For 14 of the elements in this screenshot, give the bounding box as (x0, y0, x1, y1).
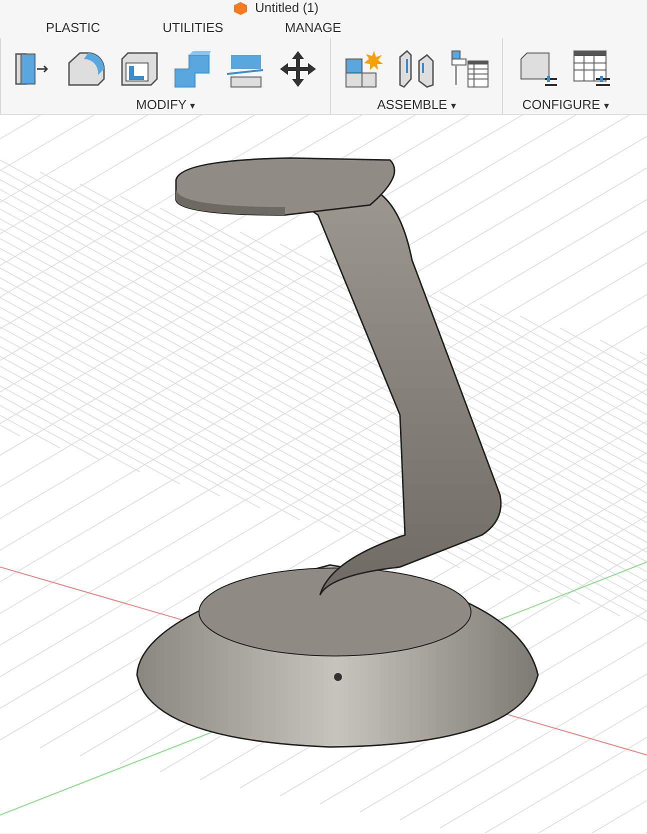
joint-icon[interactable] (396, 49, 436, 89)
table-icon[interactable] (450, 49, 490, 89)
toolbar-tab[interactable]: PLASTIC (13, 20, 133, 34)
new-component-icon[interactable] (344, 49, 384, 89)
group-menu-button[interactable]: CONFIGURE ▾ (522, 97, 609, 112)
toolbar-tab[interactable]: MANAGE (253, 20, 373, 34)
toolbar-tab[interactable]: UTILITIES (133, 20, 253, 34)
group-menu-button[interactable]: ASSEMBLE ▾ (377, 97, 456, 112)
group-menu-button[interactable]: MODIFY ▾ (136, 97, 195, 112)
configuration-table-icon[interactable] (572, 49, 612, 89)
move-icon[interactable] (278, 49, 318, 89)
document-icon (234, 2, 247, 14)
combine-icon[interactable] (172, 49, 212, 89)
document-title: Untitled (1) (255, 0, 319, 16)
